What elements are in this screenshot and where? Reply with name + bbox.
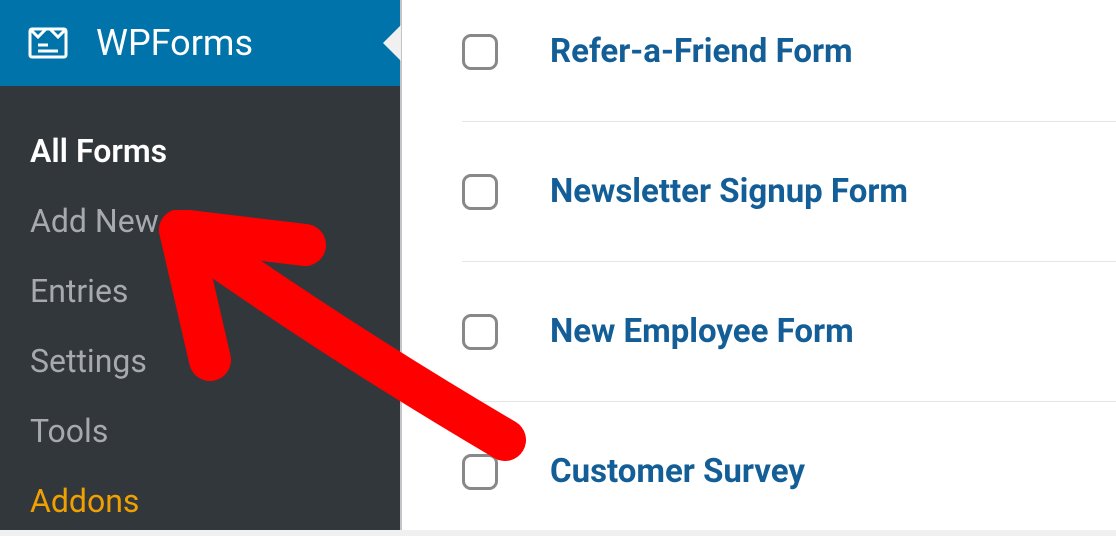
form-row: New Employee Form <box>462 262 1116 402</box>
sidebar-submenu: All Forms Add New Entries Settings Tools… <box>0 86 400 536</box>
form-title-link[interactable]: New Employee Form <box>550 312 854 351</box>
sidebar-item-add-new[interactable]: Add New <box>0 186 400 256</box>
form-title-link[interactable]: Customer Survey <box>550 452 805 491</box>
form-checkbox[interactable] <box>462 454 498 490</box>
sidebar-active-label: WPForms <box>96 22 253 64</box>
admin-sidebar: WPForms All Forms Add New Entries Settin… <box>0 0 400 530</box>
form-row: Newsletter Signup Form <box>462 122 1116 262</box>
sidebar-item-settings[interactable]: Settings <box>0 326 400 396</box>
sidebar-item-wpforms[interactable]: WPForms <box>0 0 400 86</box>
wpforms-icon <box>28 23 68 63</box>
form-row: Refer-a-Friend Form <box>462 10 1116 122</box>
form-checkbox[interactable] <box>462 314 498 350</box>
form-checkbox[interactable] <box>462 174 498 210</box>
sidebar-item-addons[interactable]: Addons <box>0 466 400 536</box>
form-title-link[interactable]: Refer-a-Friend Form <box>550 32 853 71</box>
form-checkbox[interactable] <box>462 34 498 70</box>
forms-list: Refer-a-Friend Form Newsletter Signup Fo… <box>402 0 1116 530</box>
sidebar-item-all-forms[interactable]: All Forms <box>0 116 400 186</box>
form-title-link[interactable]: Newsletter Signup Form <box>550 172 908 211</box>
sidebar-item-tools[interactable]: Tools <box>0 396 400 466</box>
form-row: Customer Survey <box>462 402 1116 530</box>
sidebar-item-entries[interactable]: Entries <box>0 256 400 326</box>
